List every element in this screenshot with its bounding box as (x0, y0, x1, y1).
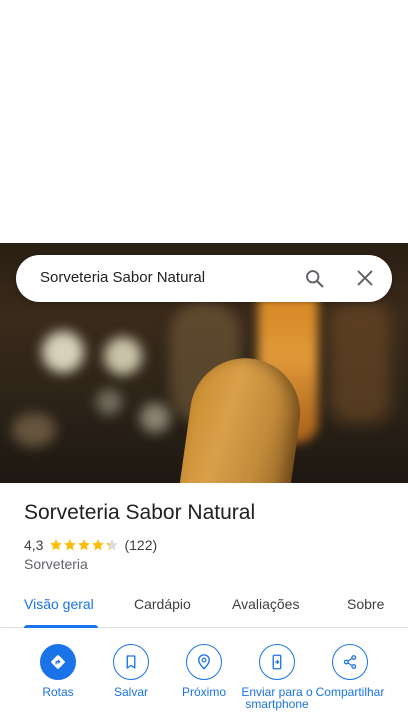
share-icon (332, 644, 368, 680)
map-blank-area (0, 0, 408, 243)
send-to-phone-button[interactable]: Enviar para o smartphone (238, 644, 316, 710)
tab-about[interactable]: Sobre (347, 596, 384, 612)
star-icon (64, 539, 77, 551)
active-tab-indicator (24, 625, 98, 628)
rating-row[interactable]: 4,3 (122) (24, 536, 157, 554)
place-title: Sorveteria Sabor Natural (24, 501, 256, 524)
share-label: Compartilhar (315, 685, 385, 699)
rating-value: 4,3 (24, 537, 44, 553)
save-button[interactable]: Salvar (92, 644, 170, 698)
nearby-button[interactable]: Próximo (165, 644, 243, 698)
directions-icon (40, 644, 76, 680)
send-to-phone-label: Enviar para o smartphone (241, 685, 313, 711)
directions-button[interactable]: Rotas (19, 644, 97, 698)
review-count[interactable]: (122) (124, 537, 157, 553)
search-input[interactable]: Sorveteria Sabor Natural (40, 269, 205, 286)
star-icon (92, 539, 105, 551)
share-button[interactable]: Compartilhar (311, 644, 389, 698)
nearby-icon (186, 644, 222, 680)
nearby-label: Próximo (181, 685, 226, 699)
tab-overview[interactable]: Visão geral (24, 596, 94, 612)
save-label: Salvar (113, 685, 148, 699)
tab-reviews[interactable]: Avaliações (232, 596, 299, 612)
bokeh-light (96, 389, 122, 415)
search-bar[interactable]: Sorveteria Sabor Natural (16, 255, 392, 302)
bokeh-light (42, 331, 84, 373)
close-icon[interactable] (354, 267, 376, 289)
send-to-phone-icon (259, 644, 295, 680)
bokeh-light (140, 403, 170, 433)
directions-label: Rotas (42, 685, 74, 699)
tab-bar: Visão geral Cardápio Avaliações Sobre (0, 582, 408, 628)
star-icon (50, 539, 63, 551)
star-icon (106, 539, 119, 551)
background-light (330, 303, 390, 423)
bookmark-icon (113, 644, 149, 680)
tab-menu[interactable]: Cardápio (134, 596, 191, 612)
star-icon (78, 539, 91, 551)
bokeh-light (104, 337, 142, 375)
action-buttons: Rotas Salvar Próximo Enviar para o smart… (0, 640, 408, 726)
bokeh-light (12, 413, 56, 447)
star-rating (49, 538, 119, 552)
place-category[interactable]: Sorveteria (24, 556, 88, 572)
search-icon[interactable] (304, 268, 325, 289)
